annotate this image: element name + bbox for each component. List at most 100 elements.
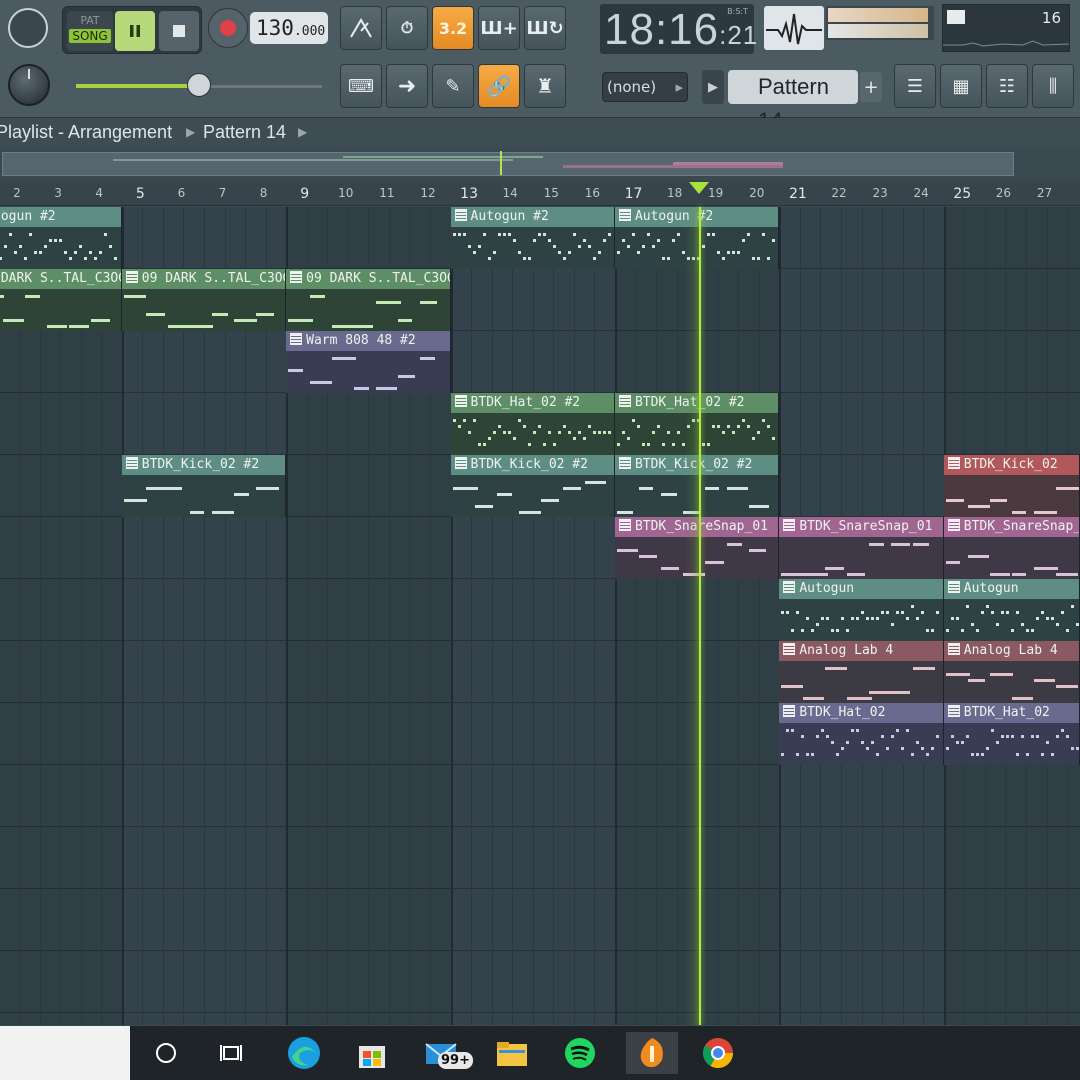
task-view-button[interactable] [210,1032,254,1074]
clip-note [656,425,660,428]
clip-content [779,599,943,641]
clip-note [748,549,766,552]
pattern-nav-button[interactable]: ▶ [702,70,724,104]
playlist-clip[interactable]: Autogun [779,579,944,641]
playlist-clip[interactable]: BTDK_Hat_02 #2 [450,393,615,455]
clip-content [0,289,121,331]
clip-note [1055,623,1059,626]
clip-note [711,233,715,236]
stop-icon [173,25,185,37]
clip-note [955,617,959,620]
clip-note [856,617,860,620]
grid-line [635,207,637,1025]
mixer-window-button[interactable]: ⫼ [1032,64,1074,108]
pattern-selector[interactable]: (none) [602,72,688,102]
clip-note [474,505,493,508]
channel-rack-window-button[interactable]: ☷ [986,64,1028,108]
snap-button[interactable]: 3.2 [432,6,474,50]
clip-note [1040,611,1044,614]
edge-button[interactable] [282,1032,326,1074]
clip-note [1033,511,1057,514]
clip-note [975,753,979,756]
master-pitch-knob[interactable] [8,64,50,106]
pattern-name-field[interactable]: Pattern 14 [728,70,858,133]
add-pattern-button[interactable]: + [860,72,882,102]
playlist-clip[interactable]: BTDK_Kick_02 #2 [121,455,287,517]
playlist-clip[interactable]: 09 DARK S..TAL_C3OGG [121,269,287,331]
playlist-clip[interactable]: 09 DARK S..TAL_C3OGG [0,269,122,331]
playlist-clip[interactable]: 09 DARK S..TAL_C3OGG [286,269,451,331]
playlist-clip[interactable]: BTDK_Hat_02 [779,703,944,765]
playlist-window-button[interactable]: ☰ [894,64,936,108]
loop-record-button[interactable]: Ш↻ [524,6,566,50]
cortana-button[interactable] [144,1032,188,1074]
tempo-display[interactable]: 130 .000 [250,12,328,44]
clip-note [989,499,1007,502]
clip-title: BTDK_SnareSnap_01 [943,517,1079,537]
clip-note [547,239,551,242]
overview-scrollbar[interactable] [2,152,1014,176]
playlist-clip[interactable]: Autogun [943,579,1080,641]
clip-note [39,251,43,254]
store-button[interactable] [350,1032,394,1074]
stop-button[interactable] [159,11,199,51]
wait-for-input-button[interactable]: ⏱ [386,6,428,50]
playlist-clip[interactable]: BTDK_Hat_02 [943,703,1080,765]
playlist-clip[interactable]: Autogun #2 [450,207,615,269]
master-volume-thumb[interactable] [187,73,211,97]
clip-note [233,493,249,496]
typing-keyboard-button[interactable]: ⌨ [340,64,382,108]
playlist-clip[interactable]: Warm 808 48 #2 [286,331,451,393]
link-button[interactable]: 🔗 [478,64,520,108]
spotify-button[interactable] [558,1032,602,1074]
grid-line [532,207,534,1025]
timeline-bar-number: 3 [54,186,62,200]
clip-note [1055,487,1079,490]
clip-title: BTDK_Kick_02 [943,455,1079,475]
taskbar-search-box[interactable] [0,1026,130,1080]
file-explorer-button[interactable] [490,1032,534,1074]
clip-note [527,443,531,446]
playlist-clip[interactable]: BTDK_SnareSnap_01 [779,517,944,579]
current-pattern-label[interactable]: Pattern 14 [203,118,286,146]
playlist-clip[interactable]: BTDK_SnareSnap_01 [943,517,1080,579]
clip-note [945,629,949,632]
clip-note [354,387,370,390]
next-tool-button[interactable]: ➜ [386,64,428,108]
clip-note [861,611,865,614]
clip-note [376,387,398,390]
pause-button[interactable] [115,11,155,51]
clip-note [836,753,840,756]
draw-button[interactable]: ✎ [432,64,474,108]
piano-roll-window-button[interactable]: ▦ [940,64,982,108]
channel-rack-icon: ☷ [998,75,1016,97]
master-volume-slider[interactable] [76,73,322,97]
recording-button[interactable]: ♜ [524,64,566,108]
playlist-overview[interactable] [0,149,1080,179]
fl-studio-taskbar-button[interactable] [626,1032,678,1074]
main-menu-button[interactable] [8,8,48,48]
playlist-clip[interactable]: Analog Lab 4 [943,641,1080,703]
metronome-button[interactable] [340,6,382,50]
playlist-clip[interactable]: BTDK_Kick_02 [943,455,1080,517]
clip-note [821,617,825,620]
record-button[interactable] [208,8,248,48]
clip-note [54,239,58,242]
clip-note [913,543,930,546]
chrome-button[interactable] [696,1032,740,1074]
song-position-clock[interactable]: B:S:T 18:16:21 [600,4,757,54]
step-edit-button[interactable]: Ш+ [478,6,520,50]
clip-note [602,239,606,242]
clip-note [746,233,750,236]
playlist-grid[interactable]: Autogun #2Autogun #2Autogun #209 DARK S.… [0,207,1080,1025]
playlist-clip[interactable]: Analog Lab 4 [779,641,944,703]
playlist-clip[interactable]: BTDK_Kick_02 #2 [450,455,615,517]
clock-main: 18:16 [604,5,720,54]
pat-song-toggle[interactable]: PAT SONG [67,11,113,51]
playhead-marker-icon[interactable] [689,182,710,194]
playlist-clip[interactable]: Autogun #2 [0,207,122,269]
clip-note [537,425,541,428]
clip-note [1030,735,1034,738]
clip-note [1005,611,1009,614]
timeline-ruler[interactable]: 2 3 4 5 6 7 8 9 10 11 12 13 14 15 16 17 18 19 20 21 22 23 24 25… [0,180,1080,206]
